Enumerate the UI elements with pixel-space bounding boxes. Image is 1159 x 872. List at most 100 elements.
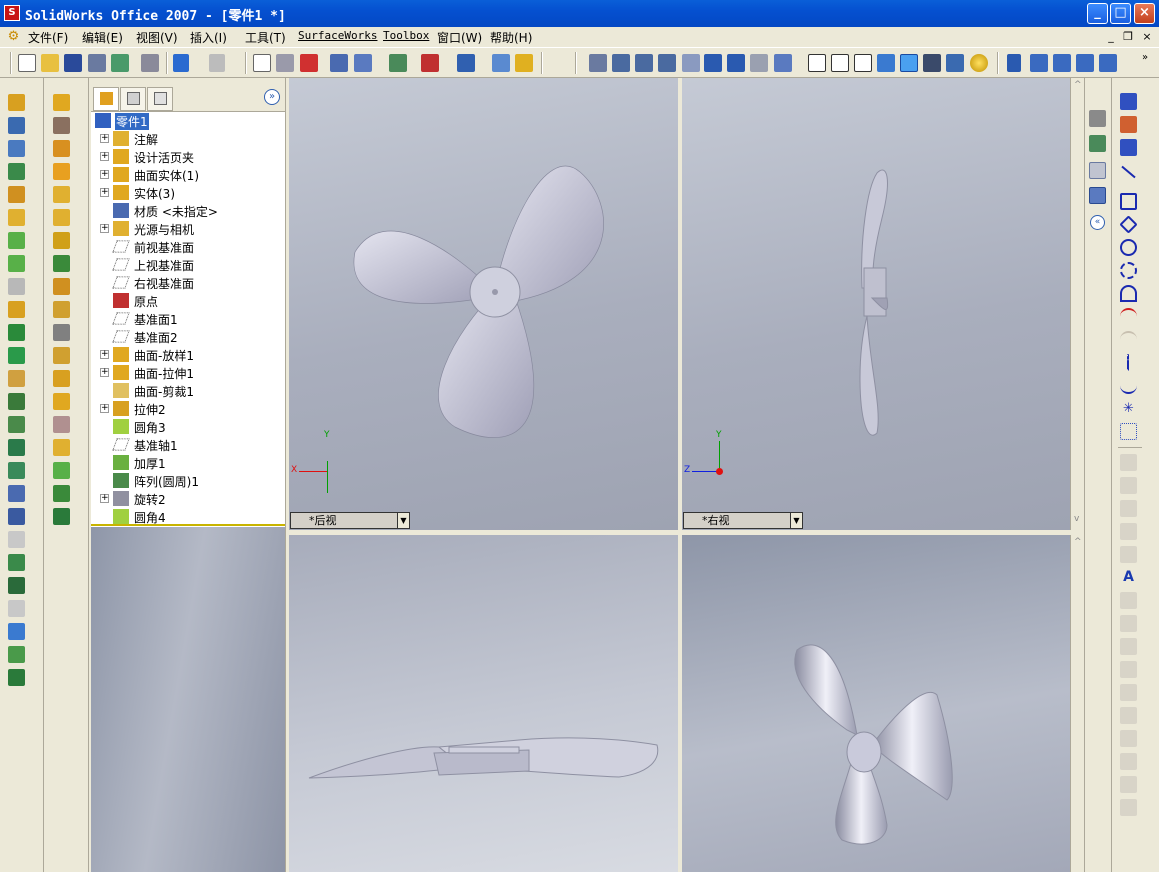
view-palette-icon[interactable] [1089,187,1106,204]
extruded-boss-icon[interactable] [8,94,25,111]
print-icon[interactable] [141,54,159,72]
mdi-close-button[interactable]: × [1139,29,1155,44]
tree-item[interactable]: + 曲面-放样1 [91,346,285,364]
trim-surface-icon[interactable] [53,301,70,318]
normal-to-icon[interactable] [1007,54,1021,72]
zoom-to-area-icon[interactable] [635,54,653,72]
offset-surface-icon[interactable] [53,209,70,226]
section-view-icon[interactable] [946,54,964,72]
roll-view-icon[interactable] [750,54,768,72]
dome-icon[interactable] [8,370,25,387]
reference-geometry-icon[interactable] [8,577,25,594]
revolved-boss-icon[interactable] [8,140,25,157]
swept-surface-icon[interactable] [53,140,70,157]
select-icon[interactable] [253,54,271,72]
tree-item[interactable]: 材质 <未指定> [91,202,285,220]
minimize-button[interactable]: _ [1087,3,1108,24]
move-body-icon[interactable] [8,554,25,571]
extend-surface-icon[interactable] [53,278,70,295]
reference-plane-icon[interactable] [8,646,25,663]
menu-insert[interactable]: 插入(I) [190,29,227,46]
expand-icon[interactable]: + [100,188,109,197]
rectangle-icon[interactable] [1120,193,1137,210]
tree-item[interactable]: + 光源与相机 [91,220,285,238]
realview-icon[interactable] [970,54,988,72]
spline-icon[interactable] [1120,377,1137,394]
tree-item[interactable]: + 旋转2 [91,490,285,508]
smart-dimension-icon[interactable] [1120,139,1137,156]
property-manager-tab[interactable] [120,87,146,111]
configuration-manager-tab[interactable] [147,87,173,111]
home-icon[interactable] [1089,110,1106,127]
shaded-icon[interactable] [900,54,918,72]
scroll-up-icon[interactable]: ^ [1074,80,1082,90]
menu-edit[interactable]: 编辑(E) [82,29,123,46]
chevron-down-icon[interactable]: ▼ [790,513,802,528]
menu-file[interactable]: 文件(F) [28,29,68,46]
measure-icon[interactable] [354,54,372,72]
toolbar-overflow-icon[interactable]: » [1142,52,1148,63]
close-button[interactable]: × [1134,3,1155,24]
standard-views-icon[interactable] [774,54,792,72]
viewport-top[interactable] [289,535,678,872]
rib-icon[interactable] [8,278,25,295]
shaded-with-edges-icon[interactable] [877,54,895,72]
undo-icon[interactable] [173,54,189,72]
scale-icon[interactable] [8,485,25,502]
revolved-cut-icon[interactable] [8,163,25,180]
tree-item[interactable]: + 曲面实体(1) [91,166,285,184]
rotate-view-icon[interactable] [704,54,722,72]
shadows-icon[interactable] [923,54,941,72]
open-icon[interactable] [41,54,59,72]
view-selector-back[interactable]: *后视 ▼ [290,512,410,529]
wireframe-icon[interactable] [808,54,826,72]
menu-toolbox[interactable]: Toolbox [383,29,429,42]
3d-sketch-icon[interactable] [1120,116,1137,133]
tree-item[interactable]: 前视基准面 [91,238,285,256]
text-icon[interactable]: A [1120,569,1137,586]
viewport-layout-icon[interactable] [457,54,475,72]
menu-tools[interactable]: 工具(T) [245,29,286,46]
knit-surface-icon[interactable] [53,347,70,364]
expand-icon[interactable]: + [100,404,109,413]
centerline-icon[interactable] [1127,354,1129,371]
expand-icon[interactable]: + [100,494,109,503]
isometric-icon[interactable] [1030,54,1048,72]
expand-icon[interactable]: + [100,170,109,179]
tree-root[interactable]: 零件1 [91,112,285,130]
construction-geometry-icon[interactable] [1120,423,1137,440]
tree-item[interactable]: 加厚1 [91,454,285,472]
solidworks-logo-icon[interactable]: ⚙ [5,28,22,45]
options-icon[interactable] [111,54,129,72]
library-icon[interactable] [1089,135,1106,152]
tree-item[interactable]: 阵列(圆周)1 [91,472,285,490]
trimetric-icon[interactable] [1053,54,1071,72]
thicken-icon[interactable] [53,370,70,387]
fillet-icon[interactable] [8,232,25,249]
move-face-icon[interactable] [8,623,25,640]
tree-item[interactable]: + 曲面-拉伸1 [91,364,285,382]
tangent-arc-icon[interactable] [1120,285,1137,302]
three-point-arc-icon[interactable] [1120,308,1137,325]
expand-icon[interactable]: + [100,368,109,377]
new-document-icon[interactable] [18,54,36,72]
tree-item[interactable]: 圆角3 [91,418,285,436]
planar-surface-icon[interactable] [53,232,70,249]
replace-face-icon[interactable] [53,439,70,456]
collapse-panel-icon[interactable]: » [264,89,280,105]
list-icon[interactable] [492,54,510,72]
file-explorer-icon[interactable] [1089,162,1106,179]
scroll-down-icon[interactable]: v [1074,514,1079,524]
tree-item[interactable]: 基准面1 [91,310,285,328]
polygon-icon[interactable] [1119,215,1138,234]
revolved-surface-icon[interactable] [53,117,70,134]
tree-item[interactable]: + 拉伸2 [91,400,285,418]
tree-item[interactable]: 基准面2 [91,328,285,346]
delete-face-icon[interactable] [53,416,70,433]
layout-icon[interactable] [389,54,407,72]
menu-help[interactable]: 帮助(H) [490,29,532,46]
help-icon[interactable] [515,54,533,72]
view-selector-right[interactable]: *右视 ▼ [683,512,803,529]
scroll-up-icon[interactable]: ^ [1074,537,1082,547]
tree-item[interactable]: + 实体(3) [91,184,285,202]
